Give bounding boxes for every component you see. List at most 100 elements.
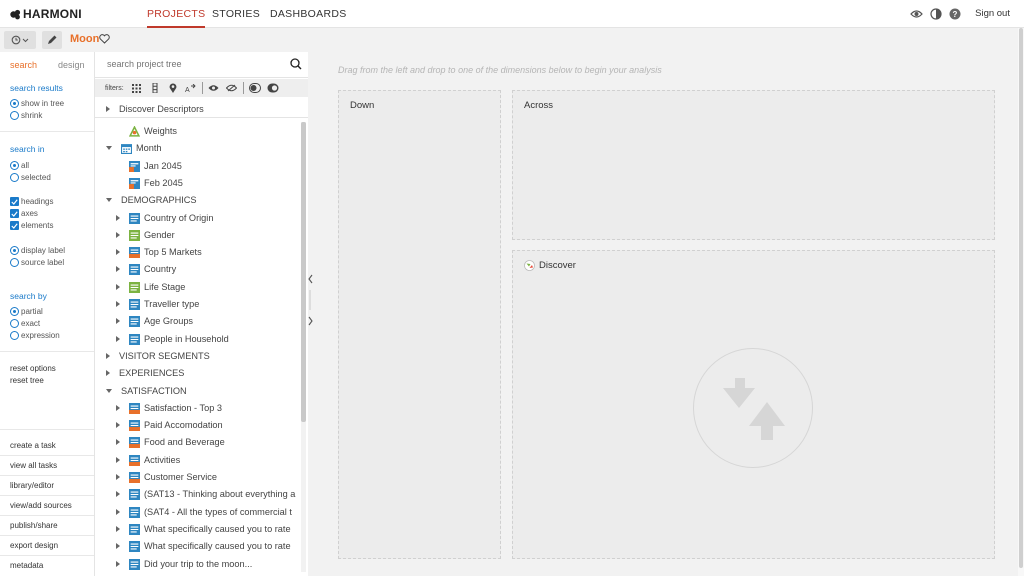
grid-filter-icon[interactable] — [130, 82, 144, 94]
panel-splitter[interactable] — [305, 270, 315, 330]
down-drop-zone[interactable]: Down — [338, 90, 501, 559]
tree-node[interactable]: Feb 2045 — [116, 175, 183, 191]
view-all-tasks-link[interactable]: view all tasks — [10, 461, 57, 470]
tree-node[interactable]: SATISFACTION — [106, 383, 187, 399]
nav-stories[interactable]: STORIES — [212, 8, 260, 20]
option-show-in-tree[interactable]: show in tree — [10, 99, 64, 108]
expand-icon[interactable] — [106, 352, 110, 359]
tree-search-input[interactable] — [107, 59, 287, 69]
project-name[interactable]: Moon — [70, 33, 99, 45]
contrast-icon[interactable] — [929, 7, 942, 20]
checkbox-elements[interactable]: elements — [10, 221, 53, 230]
tree-scrollbar[interactable] — [301, 122, 306, 572]
tree-node[interactable]: Age Groups — [116, 313, 193, 329]
expand-icon[interactable] — [116, 439, 120, 446]
collapse-left-icon[interactable] — [305, 270, 315, 330]
tree-node[interactable]: Food and Beverage — [116, 434, 225, 450]
eye-off-filter-icon[interactable] — [225, 82, 239, 94]
tree-node[interactable]: Customer Service — [116, 469, 217, 485]
tree-node[interactable]: Life Stage — [116, 279, 185, 295]
tree-node[interactable]: Traveller type — [116, 296, 199, 312]
expand-icon[interactable] — [116, 474, 120, 480]
tree-node[interactable]: Weights — [116, 123, 177, 139]
expand-icon[interactable] — [116, 283, 120, 290]
eye-filter-icon[interactable] — [207, 82, 221, 94]
tab-design[interactable]: design — [58, 60, 85, 70]
expand-icon[interactable] — [106, 106, 110, 112]
option-selected[interactable]: selected — [10, 173, 51, 182]
expand-icon[interactable] — [116, 543, 120, 550]
across-drop-zone[interactable]: Across — [512, 90, 995, 240]
option-partial[interactable]: partial — [10, 307, 43, 316]
tree-node[interactable]: What specifically caused you to rate — [116, 521, 291, 537]
tree-node[interactable]: Paid Accomodation — [116, 417, 223, 433]
expand-icon[interactable] — [116, 318, 120, 325]
option-shrink[interactable]: shrink — [10, 111, 42, 120]
metadata-link[interactable]: metadata — [10, 561, 43, 570]
expand-icon[interactable] — [116, 508, 120, 515]
tree-node[interactable]: Discover Descriptors — [106, 101, 204, 117]
expand-icon[interactable] — [116, 422, 120, 429]
tree-node[interactable]: Satisfaction - Top 3 — [116, 400, 222, 416]
expand-icon[interactable] — [116, 335, 120, 342]
nav-dashboards[interactable]: DASHBOARDS — [270, 8, 347, 20]
checkbox-axes[interactable]: axes — [10, 209, 38, 218]
tree-node[interactable]: Top 5 Markets — [116, 244, 202, 260]
export-design-link[interactable]: export design — [10, 541, 58, 550]
option-display-label[interactable]: display label — [10, 246, 65, 255]
expand-icon[interactable] — [116, 456, 120, 463]
create-task-link[interactable]: create a task — [10, 441, 56, 450]
expand-icon[interactable] — [116, 404, 120, 411]
option-exact[interactable]: exact — [10, 319, 40, 328]
expand-icon[interactable] — [116, 525, 120, 532]
main-scrollbar[interactable] — [1018, 28, 1024, 576]
toggle-half-icon[interactable] — [248, 82, 262, 94]
view-add-sources-link[interactable]: view/add sources — [10, 501, 72, 510]
expand-icon[interactable] — [116, 301, 120, 307]
help-icon[interactable]: ? — [948, 7, 961, 20]
tree-node[interactable]: VISITOR SEGMENTS — [106, 348, 210, 364]
expand-icon[interactable] — [116, 214, 120, 221]
tree-node[interactable]: Country of Origin — [116, 210, 213, 226]
option-expression[interactable]: expression — [10, 331, 60, 340]
expand-icon[interactable] — [116, 249, 120, 256]
tree-node[interactable]: Did your trip to the moon... — [116, 556, 252, 572]
option-source-label[interactable]: source label — [10, 258, 64, 267]
column-filter-icon[interactable] — [148, 82, 162, 94]
expand-icon[interactable] — [106, 370, 110, 377]
history-dropdown-button[interactable] — [4, 31, 36, 49]
eye-icon[interactable] — [910, 7, 923, 20]
collapse-icon[interactable] — [106, 146, 112, 151]
sign-out-link[interactable]: Sign out — [975, 8, 1010, 19]
location-filter-icon[interactable] — [166, 82, 180, 94]
scrollbar-thumb[interactable] — [1019, 28, 1023, 568]
checkbox-headings[interactable]: headings — [10, 197, 53, 206]
app-logo[interactable]: HARMONI — [10, 7, 82, 21]
search-icon[interactable] — [290, 58, 302, 73]
library-editor-link[interactable]: library/editor — [10, 481, 54, 490]
reset-tree-link[interactable]: reset tree — [10, 376, 44, 385]
tree-node[interactable]: Month — [106, 140, 162, 156]
reset-options-link[interactable]: reset options — [10, 364, 56, 373]
tree-node[interactable]: Jan 2045 — [116, 158, 182, 174]
collapse-icon[interactable] — [106, 388, 112, 393]
expand-icon[interactable] — [116, 491, 120, 498]
discover-descriptors-row[interactable]: Discover Descriptors — [95, 100, 308, 118]
tree-node[interactable]: DEMOGRAPHICS — [106, 192, 197, 208]
expand-icon[interactable] — [116, 231, 120, 238]
publish-share-link[interactable]: publish/share — [10, 521, 58, 530]
text-filter-icon[interactable]: A — [184, 82, 198, 94]
heart-icon[interactable] — [99, 34, 110, 47]
tree-node[interactable]: Activities — [116, 452, 180, 468]
tree-node[interactable]: Country — [116, 261, 176, 277]
tree-node[interactable]: Gender — [116, 227, 175, 243]
tab-search[interactable]: search — [10, 60, 37, 70]
tree-node[interactable]: (SAT4 - All the types of commercial t — [116, 504, 292, 520]
option-all[interactable]: all — [10, 161, 29, 170]
tree-node[interactable]: (SAT13 - Thinking about everything a — [116, 486, 295, 502]
expand-icon[interactable] — [116, 560, 120, 567]
tree-node[interactable]: People in Household — [116, 331, 229, 347]
discover-swap-icon[interactable] — [693, 348, 813, 468]
nav-projects[interactable]: PROJECTS — [147, 8, 206, 28]
edit-button[interactable] — [42, 31, 62, 49]
